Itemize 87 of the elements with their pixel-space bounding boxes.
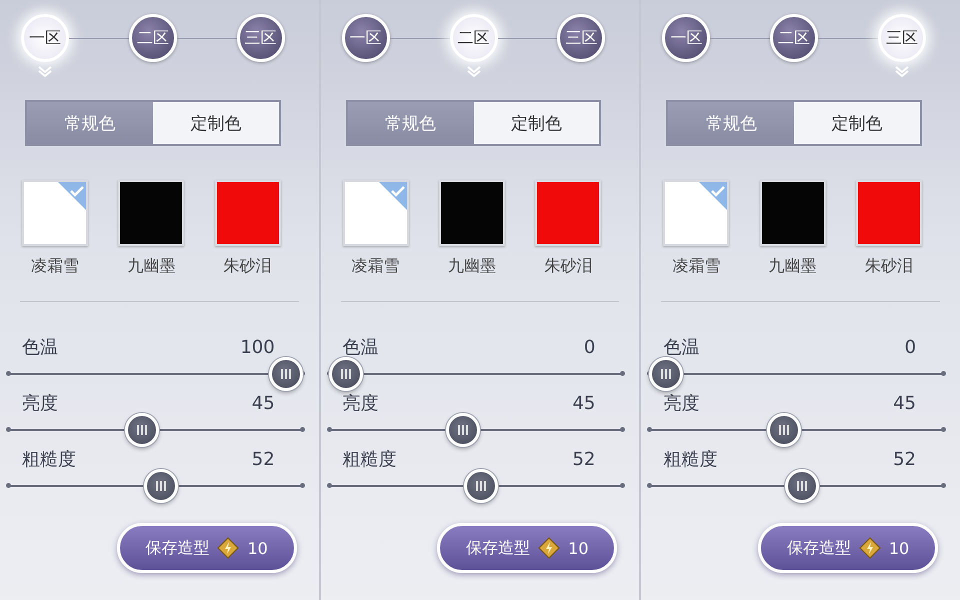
slider-track[interactable] — [649, 469, 944, 503]
color-swatch[interactable] — [439, 180, 505, 246]
slider-label: 亮度 — [22, 392, 58, 415]
slider-track[interactable] — [649, 357, 944, 391]
swatch-label: 朱砂泪 — [865, 256, 913, 277]
mode-tab[interactable]: 定制色 — [794, 102, 920, 144]
slider-thumb[interactable] — [268, 357, 303, 391]
zone-tab[interactable]: 二区 — [128, 14, 177, 62]
gem-icon — [217, 537, 240, 559]
mode-tab[interactable]: 定制色 — [152, 102, 279, 144]
save-button[interactable]: 保存造型 10 — [758, 523, 938, 573]
zone-tab[interactable]: 二区 — [770, 14, 818, 62]
grip-icon — [340, 368, 352, 380]
slider-thumb[interactable] — [446, 413, 480, 447]
slider-value: 0 — [584, 336, 596, 358]
slider-track[interactable] — [328, 469, 624, 503]
swatch-label: 朱砂泪 — [544, 256, 592, 277]
zone-tab[interactable]: 三区 — [236, 14, 285, 62]
slider-track[interactable] — [328, 357, 624, 391]
slider-value: 45 — [252, 392, 275, 414]
save-button[interactable]: 保存造型 10 — [116, 523, 297, 573]
slider-label: 色温 — [342, 336, 379, 359]
zone-tab[interactable]: 三区 — [878, 14, 926, 62]
slider-thumb[interactable] — [766, 413, 801, 447]
swatch-label: 九幽墨 — [768, 256, 817, 277]
slider-track[interactable] — [8, 413, 303, 447]
chevron-icon — [37, 66, 53, 78]
color-swatch[interactable] — [342, 180, 409, 246]
slider-value: 100 — [240, 336, 275, 358]
chevron-icon — [466, 66, 482, 78]
slider-thumb[interactable] — [328, 357, 363, 391]
swatch-label: 凌霜雪 — [31, 256, 79, 277]
color-swatch[interactable] — [214, 180, 281, 246]
slider-thumb[interactable] — [464, 469, 498, 503]
slider-label: 色温 — [22, 336, 58, 359]
mode-tab[interactable]: 定制色 — [474, 102, 600, 144]
slider-thumb[interactable] — [125, 413, 160, 447]
swatch-label: 九幽墨 — [448, 256, 496, 277]
slider-thumb[interactable] — [784, 469, 819, 503]
color-swatch[interactable] — [22, 180, 88, 246]
slider-label: 色温 — [663, 336, 700, 359]
color-swatch[interactable] — [663, 180, 730, 246]
slider-value: 45 — [893, 392, 916, 414]
gem-icon — [538, 537, 560, 559]
slider-value: 52 — [893, 448, 916, 470]
slider-label: 粗糙度 — [663, 448, 718, 471]
grip-icon — [660, 368, 672, 380]
slider-label: 粗糙度 — [342, 448, 397, 471]
slider-label: 粗糙度 — [22, 448, 76, 471]
grip-icon — [280, 368, 292, 380]
swatch-label: 朱砂泪 — [224, 256, 272, 277]
slider-thumb[interactable] — [649, 357, 684, 391]
grip-icon — [456, 424, 469, 436]
zone-tab[interactable]: 一区 — [342, 14, 390, 62]
slider-track[interactable] — [8, 357, 303, 391]
gem-icon — [858, 537, 881, 559]
slider-value: 0 — [904, 336, 916, 358]
check-icon — [378, 182, 407, 210]
chevron-icon — [894, 66, 910, 78]
slider-label: 亮度 — [663, 392, 700, 415]
slider-track[interactable] — [8, 469, 303, 503]
color-swatch[interactable] — [118, 180, 184, 246]
zone-tab[interactable]: 三区 — [557, 14, 606, 62]
slider-track[interactable] — [328, 413, 624, 447]
swatch-label: 凌霜雪 — [672, 256, 720, 277]
slider-value: 52 — [572, 448, 596, 470]
slider-track[interactable] — [649, 413, 944, 447]
swatch-label: 凌霜雪 — [352, 256, 400, 277]
zone-tab[interactable]: 一区 — [662, 14, 710, 62]
slider-label: 亮度 — [342, 392, 379, 415]
check-icon — [58, 182, 86, 210]
swatch-label: 九幽墨 — [127, 256, 176, 277]
check-icon — [699, 182, 728, 210]
color-swatch[interactable] — [760, 180, 826, 246]
zone-tab[interactable]: 二区 — [450, 14, 498, 62]
grip-icon — [475, 480, 488, 492]
slider-thumb[interactable] — [144, 469, 178, 503]
grip-icon — [796, 480, 808, 492]
grip-icon — [136, 424, 148, 436]
slider-value: 52 — [252, 448, 275, 470]
slider-value: 45 — [572, 392, 596, 414]
grip-icon — [154, 480, 167, 492]
save-button[interactable]: 保存造型 10 — [437, 523, 618, 573]
grip-icon — [778, 424, 790, 436]
zone-tab[interactable]: 一区 — [21, 14, 69, 62]
color-swatch[interactable] — [856, 180, 922, 246]
color-swatch[interactable] — [535, 180, 602, 246]
